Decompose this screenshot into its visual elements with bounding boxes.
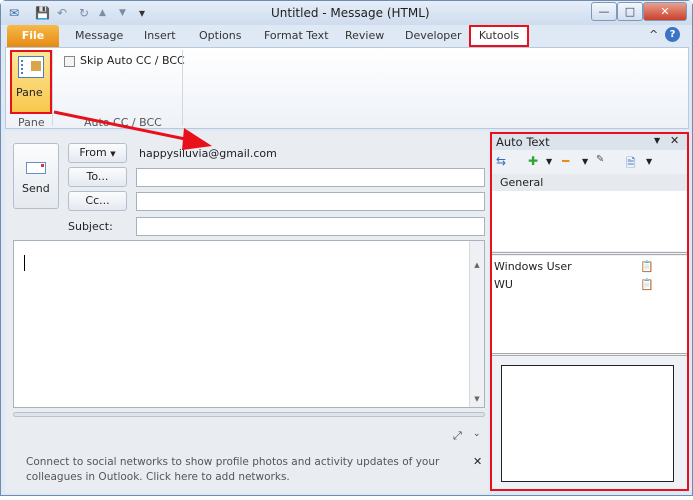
annotation-arrow xyxy=(53,110,212,150)
